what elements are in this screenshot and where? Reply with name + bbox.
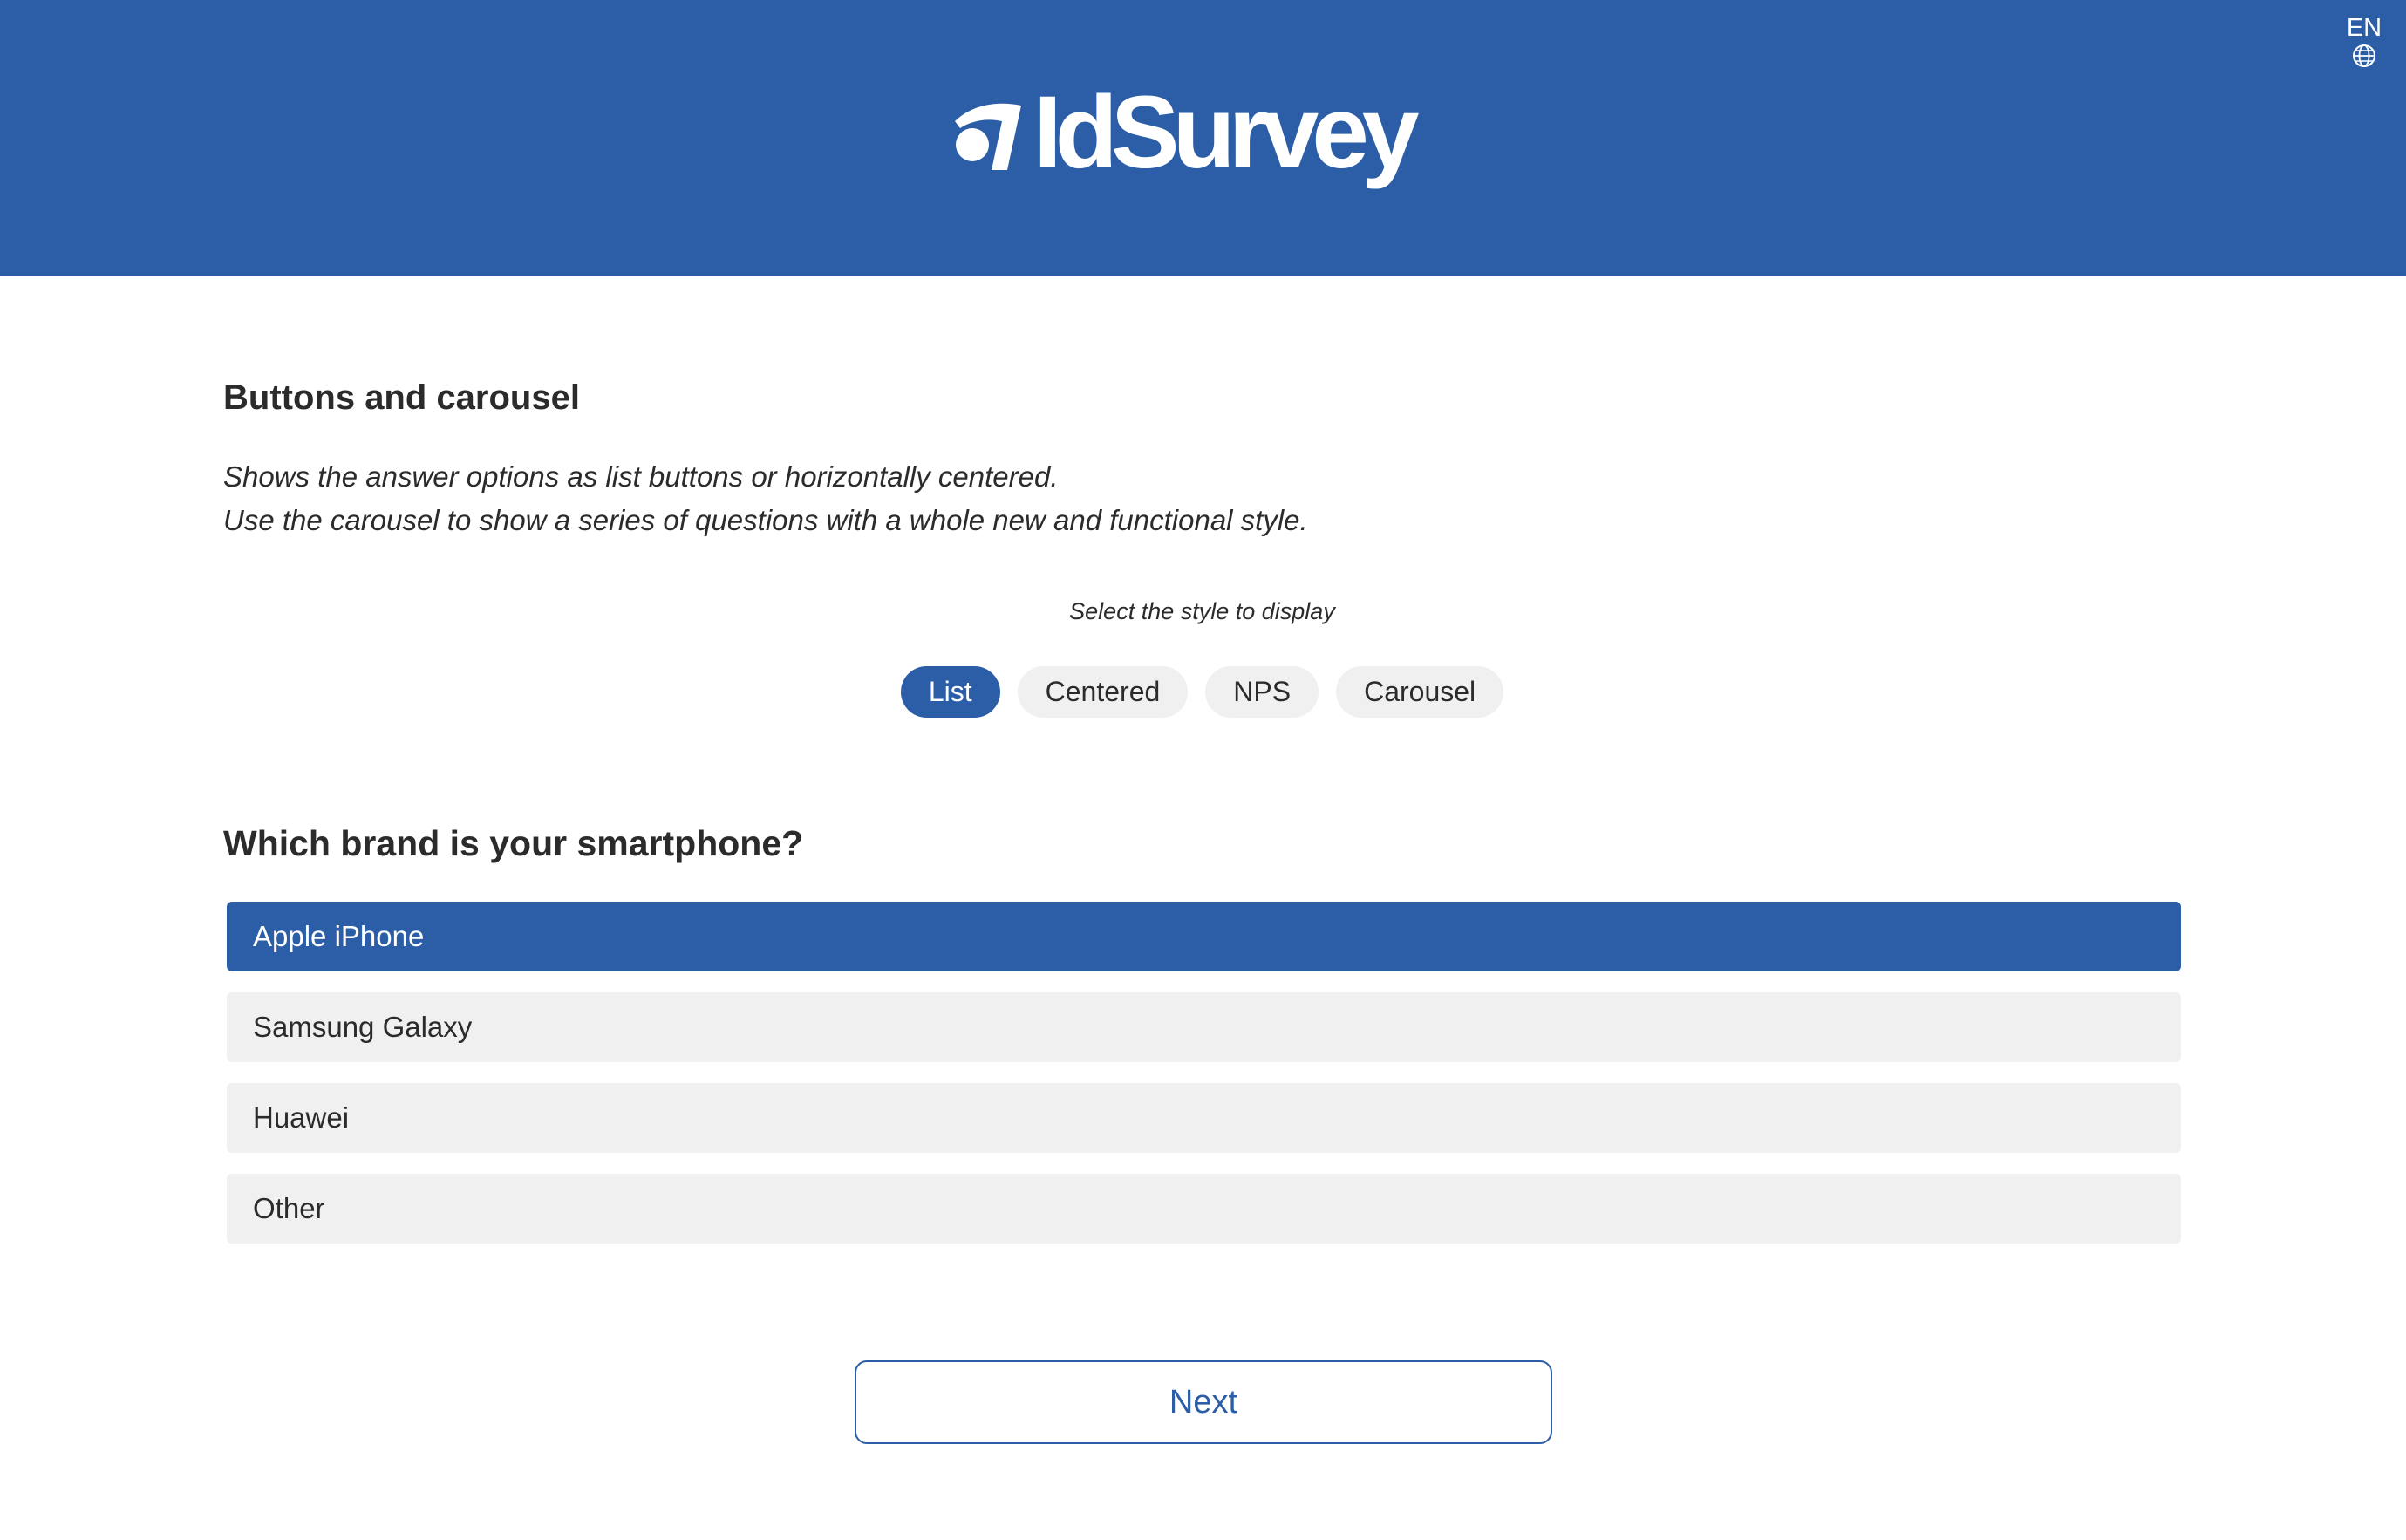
- section-description: Shows the answer options as list buttons…: [223, 455, 1308, 542]
- style-option-centered[interactable]: Centered: [1017, 666, 1189, 718]
- answer-list: Apple iPhone Samsung Galaxy Huawei Other: [227, 902, 2181, 1264]
- style-selector-label: Select the style to display: [1069, 598, 1335, 624]
- answer-option-samsung-galaxy[interactable]: Samsung Galaxy: [227, 992, 2181, 1062]
- style-option-carousel[interactable]: Carousel: [1336, 666, 1504, 718]
- style-option-list[interactable]: List: [900, 666, 1000, 718]
- logo-mark-icon: [955, 103, 1021, 170]
- description-line: Use the carousel to show a series of que…: [223, 504, 1308, 536]
- answer-option-apple-iphone[interactable]: Apple iPhone: [227, 902, 2181, 971]
- idsurvey-logo: IdSurvey: [946, 75, 1419, 197]
- globe-icon[interactable]: [2351, 43, 2377, 69]
- answer-option-huawei[interactable]: Huawei: [227, 1083, 2181, 1153]
- answer-option-other[interactable]: Other: [227, 1174, 2181, 1244]
- language-selector[interactable]: EN: [2345, 14, 2383, 69]
- style-option-nps[interactable]: NPS: [1205, 666, 1319, 718]
- next-button[interactable]: Next: [855, 1360, 1552, 1444]
- language-code[interactable]: EN: [2347, 14, 2382, 42]
- question-text: Which brand is your smartphone?: [223, 823, 804, 863]
- section-title: Buttons and carousel: [223, 378, 580, 417]
- description-line: Shows the answer options as list buttons…: [223, 460, 1059, 493]
- logo-text: IdSurvey: [1033, 75, 1419, 190]
- style-selector: List Centered NPS Carousel: [223, 666, 2181, 718]
- page-header: IdSurvey EN: [0, 0, 2406, 276]
